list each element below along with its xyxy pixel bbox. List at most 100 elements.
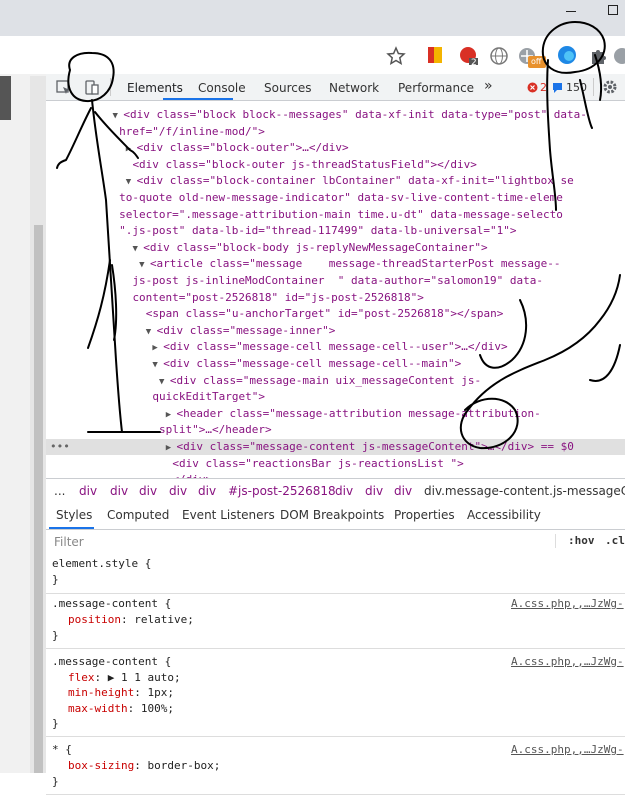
css-property[interactable]: flex: ▶ 1 1 auto;	[68, 670, 181, 686]
dom-node-line[interactable]: selector=".message-attribution-main time…	[46, 207, 563, 223]
minimize-icon[interactable]	[562, 2, 580, 18]
elements-tree[interactable]: ▼ <div class="block block--messages" dat…	[46, 101, 625, 478]
subtab-properties[interactable]: Properties	[394, 508, 455, 522]
breadcrumb-item[interactable]: div	[139, 484, 157, 498]
collapse-triangle-icon[interactable]: ▼	[146, 327, 157, 337]
breadcrumb-item[interactable]: div	[198, 484, 216, 498]
css-property-name: position	[68, 613, 121, 626]
breadcrumb-item[interactable]: div	[394, 484, 412, 498]
css-property-value: : 100%;	[127, 701, 174, 715]
dom-node-line[interactable]: ▶ <div class="message-content js-message…	[46, 439, 625, 455]
page-scrollbar-thumb[interactable]	[34, 225, 43, 773]
css-property-value: : ▶ 1 1 auto;	[94, 670, 181, 684]
off-badge-label: off	[531, 57, 542, 66]
tab-elements[interactable]: Elements	[127, 81, 183, 95]
css-property[interactable]: position: relative;	[68, 612, 194, 628]
more-tabs-button[interactable]: »	[484, 78, 493, 94]
css-property-name: box-sizing	[68, 759, 135, 772]
breadcrumb-item[interactable]: div	[365, 484, 383, 498]
dom-node-line[interactable]: <span class="u-anchorTarget" id="post-25…	[46, 306, 504, 322]
hov-toggle[interactable]: :hov	[568, 534, 595, 547]
settings-gear-icon[interactable]	[602, 79, 618, 95]
css-source-link[interactable]: A.css.php,,…JzWg-	[511, 743, 624, 756]
dom-node-line[interactable]: ▼ <div class="block-body js-replyNewMess…	[46, 240, 487, 256]
extension-badge: 2	[471, 58, 477, 68]
rule-separator	[46, 647, 625, 649]
maximize-icon[interactable]	[605, 2, 621, 18]
dom-node-line[interactable]: ▼ <div class="message-main uix_messageCo…	[46, 373, 481, 389]
tab-performance[interactable]: Performance	[398, 81, 474, 95]
dom-node-line[interactable]: <div class="reactionsBar js-reactionsLis…	[46, 456, 463, 472]
breadcrumb-item[interactable]: div	[110, 484, 128, 498]
dom-node-line[interactable]: js-post js-inlineModContainer " data-aut…	[46, 273, 543, 289]
dom-node-line[interactable]: split">…</header>	[46, 422, 272, 438]
collapse-triangle-icon[interactable]: ▼	[139, 260, 150, 270]
dom-node-line[interactable]: ▶ <header class="message-attribution mes…	[46, 406, 541, 422]
dom-node-markup: <div class="block-outer js-threadStatusF…	[132, 157, 477, 171]
dom-node-line[interactable]: quickEditTarget">	[46, 389, 265, 405]
filter-divider	[555, 534, 556, 548]
css-property[interactable]: max-width: 100%;	[68, 701, 174, 717]
expand-triangle-icon[interactable]: ▶	[152, 343, 163, 353]
breadcrumb-item[interactable]: #js-post-2526818	[228, 484, 336, 498]
selected-node-menu[interactable]: •••	[50, 439, 70, 455]
star-icon[interactable]	[386, 46, 406, 66]
dom-node-line[interactable]: ▼ <div class="block-container lbContaine…	[46, 173, 574, 189]
dom-node-line[interactable]: ▶ <div class="message-cell message-cell-…	[46, 339, 507, 355]
expand-triangle-icon[interactable]: ▶	[166, 410, 177, 420]
subtab-accessibility[interactable]: Accessibility	[467, 508, 541, 522]
breadcrumb: ... div div div div div #js-post-2526818 div div…	[46, 478, 625, 504]
dom-node-line[interactable]: ".js-post" data-lb-id="thread-117499" da…	[46, 223, 516, 239]
dom-node-line[interactable]: href="/f/inline-mod/">	[46, 124, 265, 140]
expand-triangle-icon[interactable]: ▶	[166, 443, 177, 453]
profile-icon[interactable]	[612, 46, 625, 66]
tab-network[interactable]: Network	[329, 81, 379, 95]
tab-sources[interactable]: Sources	[264, 81, 311, 95]
breadcrumb-item[interactable]: div.message-content.js-messageConte	[424, 484, 625, 498]
css-property[interactable]: min-height: 1px;	[68, 685, 174, 701]
globe-icon[interactable]	[489, 46, 509, 66]
css-source-link[interactable]: A.css.php,,…JzWg-	[511, 597, 624, 610]
edge-icon[interactable]	[556, 44, 576, 64]
element-style-selector: element.style {	[52, 557, 152, 570]
collapse-triangle-icon[interactable]: ▼	[126, 177, 137, 187]
collapse-triangle-icon[interactable]: ▼	[113, 111, 124, 121]
inspect-element-icon[interactable]	[56, 80, 72, 96]
dom-node-line[interactable]: content="post-2526818" id="js-post-25268…	[46, 290, 423, 306]
error-icon[interactable]	[527, 82, 538, 93]
dom-node-line[interactable]: ▼ <div class="block block--messages" dat…	[46, 107, 587, 123]
subtab-computed[interactable]: Computed	[107, 508, 169, 522]
breadcrumb-item[interactable]: div	[169, 484, 187, 498]
message-icon[interactable]	[552, 82, 563, 93]
breadcrumb-item[interactable]: div	[335, 484, 353, 498]
puzzle-icon[interactable]	[588, 46, 608, 66]
tab-console[interactable]: Console	[198, 81, 246, 95]
breadcrumb-item[interactable]: ...	[54, 484, 65, 498]
subtab-event-listeners[interactable]: Event Listeners	[182, 508, 275, 522]
rule-close: }	[52, 628, 59, 642]
cls-toggle[interactable]: .cl	[605, 534, 625, 547]
css-property[interactable]: box-sizing: border-box;	[68, 758, 220, 774]
dom-node-line[interactable]: ▶ <div class="block-outer">…</div>	[46, 140, 349, 156]
subtab-styles[interactable]: Styles	[56, 508, 92, 522]
css-source-link[interactable]: A.css.php,,…JzWg-	[511, 655, 624, 668]
breadcrumb-item[interactable]: div	[79, 484, 97, 498]
dom-node-line[interactable]: ▼ <div class="message-cell message-cell-…	[46, 356, 461, 372]
page-dark-block	[0, 76, 11, 120]
css-property-name: flex	[68, 670, 95, 684]
collapse-triangle-icon[interactable]: ▼	[152, 360, 163, 370]
collapse-triangle-icon[interactable]: ▼	[159, 377, 170, 387]
subtab-dom-breakpoints[interactable]: DOM Breakpoints	[280, 508, 384, 522]
bookmark-extension-icon[interactable]	[426, 45, 446, 65]
dom-node-line[interactable]: to-quote old-new-message-indicator" data…	[46, 190, 563, 206]
styles-filter-input[interactable]	[52, 533, 556, 551]
expand-triangle-icon[interactable]: ▶	[126, 144, 137, 154]
dom-node-markup: to-quote old-new-message-indicator" data…	[119, 191, 563, 204]
styles-filter-bar: :hov .cl	[46, 530, 625, 553]
dom-node-line[interactable]: ▼ <div class="message-inner">	[46, 323, 336, 339]
dom-node-line[interactable]: <div class="block-outer js-threadStatusF…	[46, 157, 477, 173]
collapse-triangle-icon[interactable]: ▼	[132, 244, 143, 254]
device-toolbar-icon[interactable]	[83, 80, 99, 96]
dom-node-markup: <div class="message-cell message-cell--m…	[163, 357, 462, 370]
dom-node-line[interactable]: ▼ <article class="message message-thread…	[46, 256, 560, 272]
